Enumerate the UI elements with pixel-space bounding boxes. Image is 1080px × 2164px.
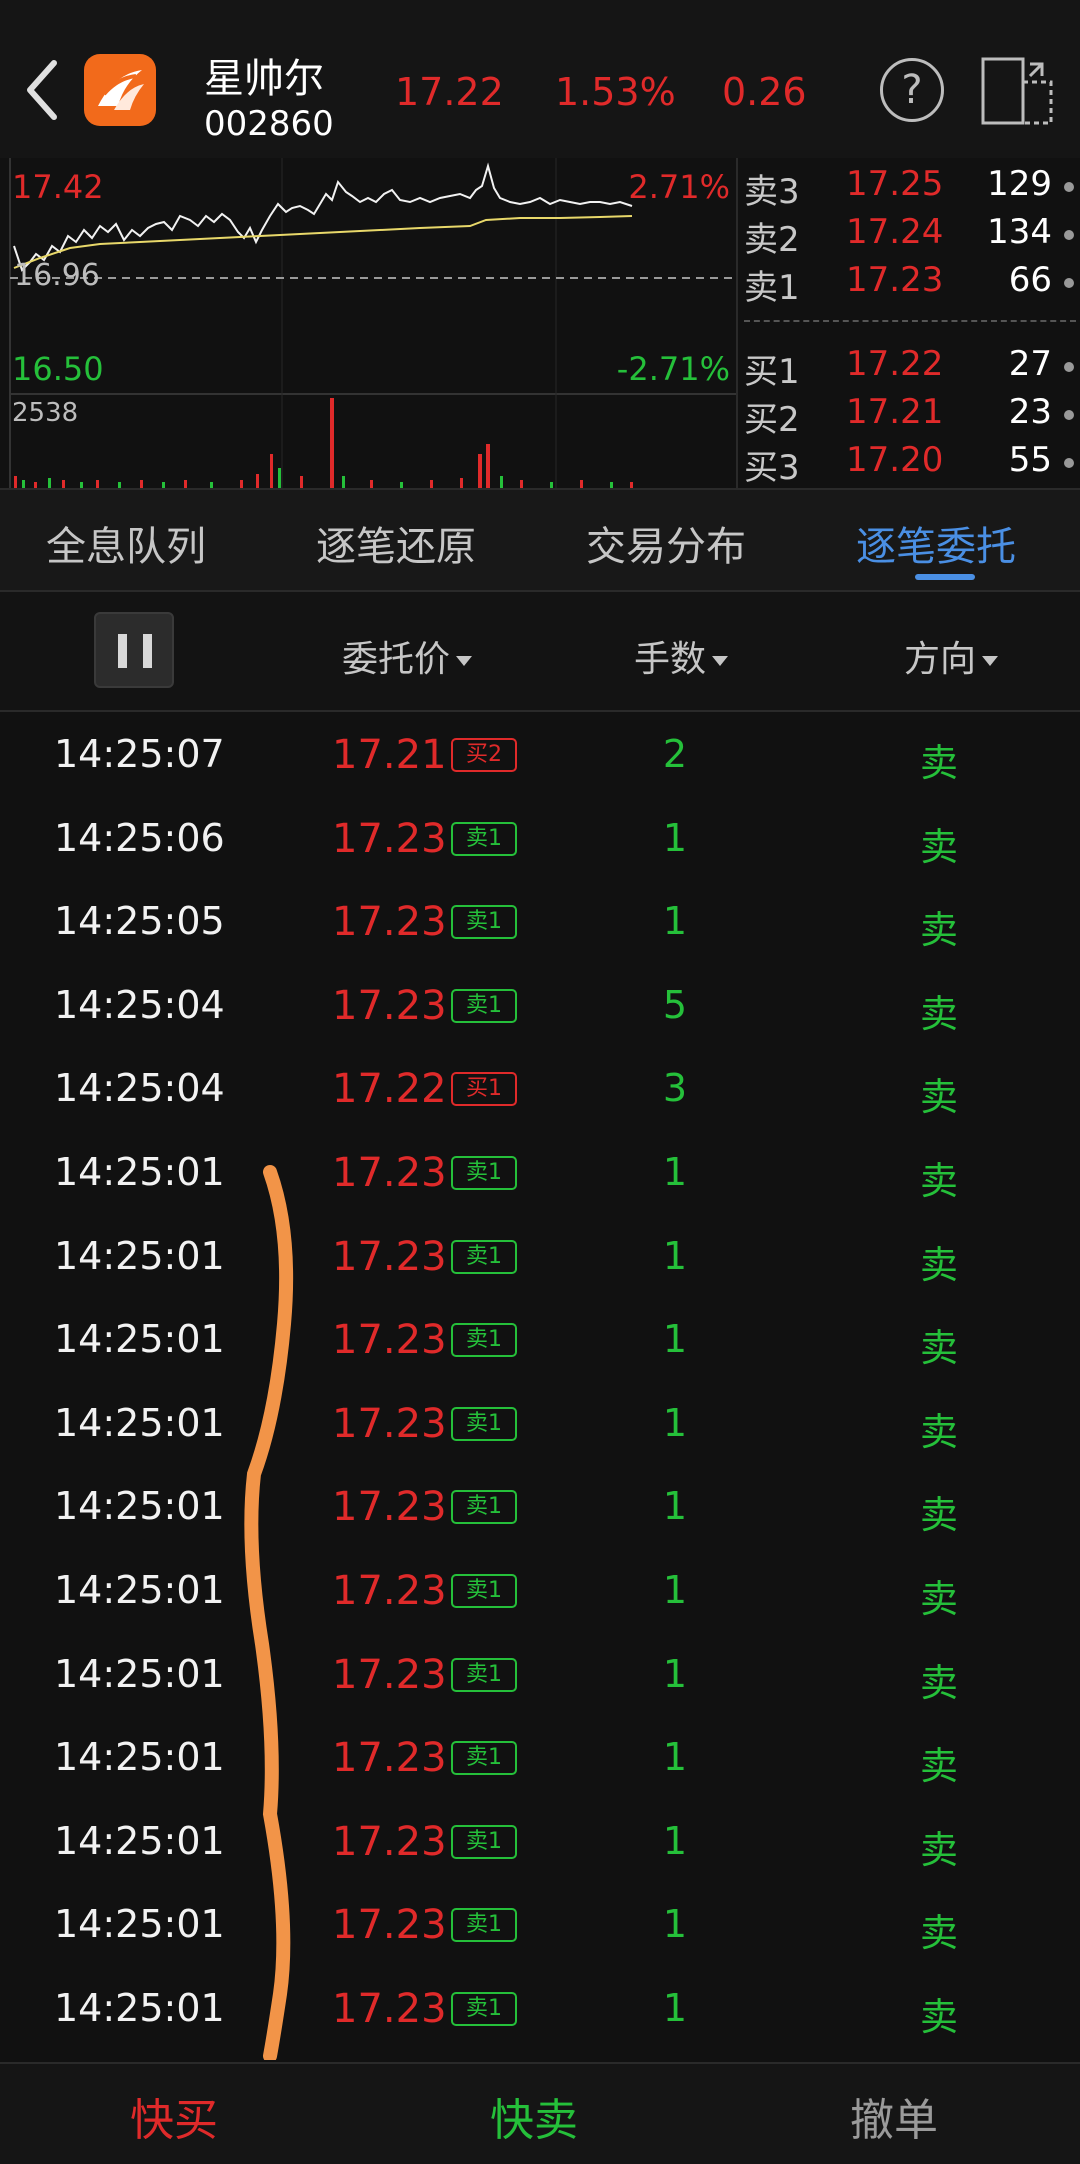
column-header: 委托价 手数 方向 (0, 592, 1080, 712)
tab-full-queue[interactable]: 全息队列 (46, 514, 206, 572)
change-amount: 0.26 (722, 70, 807, 114)
sort-direction-header[interactable]: 方向 (904, 630, 999, 682)
stock-name: 星帅尔 (204, 56, 324, 102)
bid-price: 17.22 (846, 344, 944, 384)
price-header-label: 委托价 (342, 639, 451, 680)
stock-code: 002860 (204, 104, 334, 144)
change-percent: 1.53% (555, 70, 676, 114)
active-tab-indicator (915, 574, 975, 580)
intraday-chart-svg (9, 158, 736, 488)
dot-icon (1064, 182, 1074, 192)
bid-volume: 27 (1008, 344, 1052, 384)
cancel-order-button[interactable]: 撤单 (850, 2084, 938, 2148)
bid-label: 买1 (744, 352, 800, 392)
tab-bar: 全息队列 逐笔还原 交易分布 逐笔委托 (0, 488, 1080, 592)
chart-low-percent: -2.71% (616, 350, 730, 388)
dot-icon (1064, 458, 1074, 468)
volume-bars (14, 398, 633, 488)
ask-row-1: 卖1 17.23 66 (738, 260, 1080, 308)
chart-volume-max: 2538 (12, 398, 79, 428)
bid-row-3: 买3 17.20 55 (738, 440, 1080, 488)
sort-price-header[interactable]: 委托价 (342, 630, 473, 682)
ask-price: 17.23 (846, 260, 944, 300)
direction-header-label: 方向 (904, 639, 977, 680)
dot-icon (1064, 278, 1074, 288)
ask-volume: 66 (1008, 260, 1052, 300)
order-book: 卖3 17.25 129 卖2 17.24 134 卖1 17.23 66 买1… (736, 158, 1080, 488)
chart-high-price: 17.42 (12, 168, 104, 206)
lots-header-label: 手数 (634, 639, 707, 680)
switch-view-icon[interactable] (980, 56, 1054, 126)
annotation-bracket (244, 1165, 294, 2060)
bid-volume: 55 (1008, 440, 1052, 480)
ask-volume: 134 (987, 212, 1052, 252)
intraday-chart[interactable]: 17.42 2.71% 16.96 16.50 -2.71% 2538 (0, 158, 736, 488)
sort-lots-header[interactable]: 手数 (634, 630, 729, 682)
ask-row-2: 卖2 17.24 134 (738, 212, 1080, 260)
app-logo-icon (84, 54, 156, 126)
ask-price: 17.25 (846, 164, 944, 204)
dot-icon (1064, 410, 1074, 420)
caret-down-icon (982, 656, 999, 666)
caret-down-icon (712, 656, 729, 666)
caret-down-icon (456, 656, 473, 666)
order-list[interactable]: 14:25:07 17.21 买2 2 卖 14:25:06 17.23 卖1 1 卖 14:25:… (0, 714, 1080, 2060)
tab-tick-restore[interactable]: 逐笔还原 (316, 514, 476, 572)
bid-price: 17.20 (846, 440, 944, 480)
ask-label: 卖1 (744, 268, 800, 308)
quick-buy-button[interactable]: 快买 (130, 2084, 218, 2148)
ask-volume: 129 (987, 164, 1052, 204)
pause-icon (118, 634, 127, 668)
bid-volume: 23 (1008, 392, 1052, 432)
bottom-action-bar: 快买 快卖 撤单 (0, 2062, 1080, 2164)
annotation-stroke (244, 1165, 294, 2060)
ask-label: 卖2 (744, 220, 800, 260)
bid-row-2: 买2 17.21 23 (738, 392, 1080, 440)
bid-label: 买2 (744, 400, 800, 440)
bid-row-1: 买1 17.22 27 (738, 344, 1080, 392)
pause-button[interactable] (94, 612, 174, 688)
tab-tick-orders[interactable]: 逐笔委托 (856, 514, 1016, 572)
ask-row-3: 卖3 17.25 129 (738, 164, 1080, 212)
chart-high-percent: 2.71% (628, 168, 730, 206)
bid-label: 买3 (744, 448, 800, 488)
ask-price: 17.24 (846, 212, 944, 252)
average-price-line (13, 215, 633, 269)
bid-price: 17.21 (846, 392, 944, 432)
dot-icon (1064, 230, 1074, 240)
tab-trade-distribution[interactable]: 交易分布 (586, 514, 746, 572)
chart-mid-price: 16.96 (14, 258, 100, 293)
chart-low-price: 16.50 (12, 350, 104, 388)
help-icon[interactable]: ? (880, 58, 944, 122)
dot-icon (1064, 362, 1074, 372)
back-arrow-icon[interactable] (22, 55, 62, 125)
quick-sell-button[interactable]: 快卖 (490, 2084, 578, 2148)
current-price: 17.22 (395, 70, 504, 114)
header-bar: 星帅尔 002860 17.22 1.53% 0.26 ? (0, 0, 1080, 158)
ask-label: 卖3 (744, 172, 800, 212)
book-divider (744, 320, 1076, 322)
pause-icon (143, 634, 152, 668)
